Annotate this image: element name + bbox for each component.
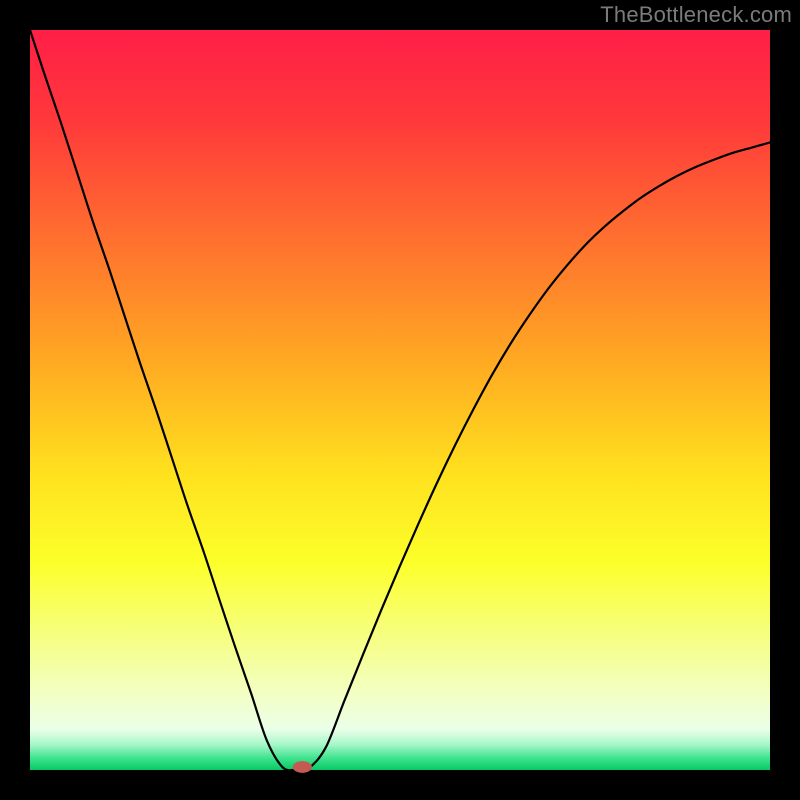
- optimal-point-marker: [293, 761, 312, 773]
- bottleneck-chart: [0, 0, 800, 800]
- plot-background: [30, 30, 770, 770]
- watermark-text: TheBottleneck.com: [600, 2, 792, 28]
- chart-container: TheBottleneck.com: [0, 0, 800, 800]
